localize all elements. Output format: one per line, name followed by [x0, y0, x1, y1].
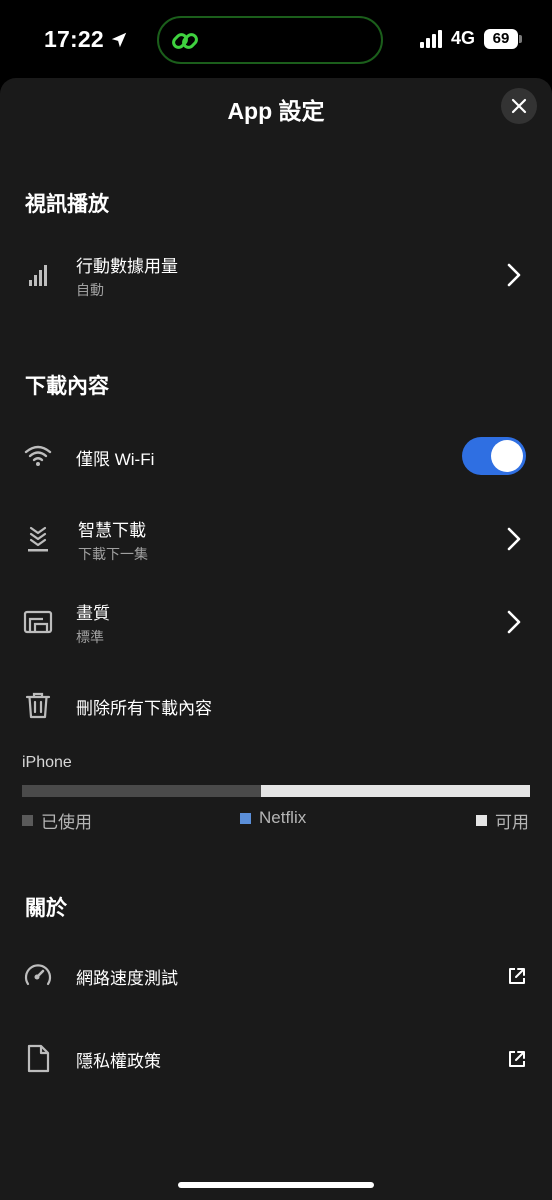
- speed-test-row[interactable]: 網路速度測試: [0, 940, 552, 1010]
- status-bar: 17:22 4G 69: [0, 0, 552, 80]
- row-label: 畫質: [76, 604, 110, 623]
- row-label: 僅限 Wi-Fi: [76, 450, 155, 469]
- section-title-video: 視訊播放: [25, 193, 109, 216]
- row-label: 網路速度測試: [76, 969, 178, 988]
- legend-netflix: Netflix: [240, 808, 306, 828]
- delete-all-downloads-row[interactable]: 刪除所有下載內容: [0, 670, 552, 740]
- trash-icon: [22, 689, 54, 721]
- document-icon: [22, 1042, 54, 1074]
- wifi-icon: [22, 440, 54, 472]
- row-sublabel: 下載下一集: [78, 546, 148, 562]
- mobile-data-usage-row[interactable]: 行動數據用量 自動: [0, 240, 552, 310]
- row-label: 刪除所有下載內容: [76, 699, 212, 718]
- section-title-about: 關於: [25, 897, 67, 920]
- home-indicator[interactable]: [178, 1182, 374, 1188]
- toggle-knob: [491, 440, 523, 472]
- legend-free: 可用: [476, 808, 529, 833]
- section-title-downloads: 下載內容: [25, 375, 109, 398]
- smart-download-icon: [22, 523, 54, 555]
- legend-swatch: [240, 812, 251, 824]
- legend-swatch: [476, 815, 487, 826]
- location-arrow-icon: [111, 32, 127, 47]
- storage-used-segment: [22, 785, 261, 797]
- row-label: 智慧下載: [78, 521, 146, 540]
- speedometer-icon: [22, 959, 54, 991]
- row-label: 行動數據用量: [76, 257, 178, 276]
- video-quality-row[interactable]: 畫質 標準: [0, 587, 552, 657]
- settings-sheet: App 設定 視訊播放 行動數據用量 自動 下載內容 僅限 Wi-Fi 智慧下載…: [0, 78, 552, 1200]
- chevron-right-icon: [507, 527, 521, 551]
- privacy-policy-row[interactable]: 隱私權政策: [0, 1023, 552, 1093]
- wifi-only-toggle[interactable]: [462, 437, 526, 475]
- wifi-only-row: 僅限 Wi-Fi: [0, 421, 552, 491]
- link-icon: [172, 33, 198, 49]
- row-sublabel: 自動: [76, 282, 104, 298]
- storage-device-label: iPhone: [22, 754, 72, 771]
- dynamic-island: [157, 16, 383, 64]
- status-time: 17:22: [44, 26, 128, 53]
- cellular-signal-icon: [419, 29, 442, 48]
- external-link-icon: [509, 1051, 525, 1067]
- network-type: 4G: [450, 28, 475, 48]
- storage-bar: [22, 785, 530, 797]
- smart-downloads-row[interactable]: 智慧下載 下載下一集: [0, 504, 552, 574]
- legend-used: 已使用: [22, 808, 92, 833]
- battery-icon: 69: [484, 28, 522, 49]
- chevron-right-icon: [507, 610, 521, 634]
- close-icon: [511, 98, 527, 114]
- chevron-right-icon: [507, 263, 521, 287]
- external-link-icon: [509, 968, 525, 984]
- storage-free-segment: [260, 785, 530, 797]
- signal-bars-icon: [22, 259, 54, 291]
- page-title: App 設定: [227, 98, 325, 124]
- video-quality-icon: [22, 606, 54, 638]
- row-sublabel: 標準: [76, 629, 104, 645]
- legend-swatch: [22, 815, 33, 826]
- close-button[interactable]: [501, 88, 537, 124]
- row-label: 隱私權政策: [76, 1052, 161, 1071]
